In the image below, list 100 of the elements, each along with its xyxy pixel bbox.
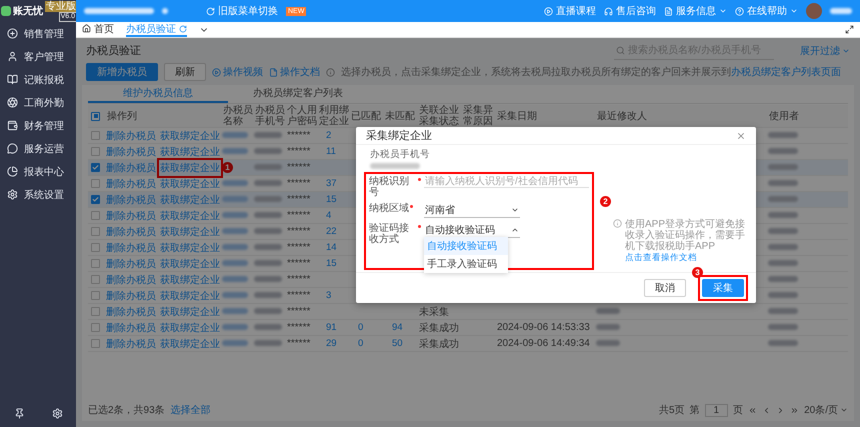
- redacted-text: [222, 340, 248, 346]
- row-checkbox[interactable]: [91, 227, 100, 236]
- row-checkbox[interactable]: [91, 307, 100, 316]
- redacted-text: [768, 324, 798, 330]
- row-checkbox[interactable]: [91, 131, 100, 140]
- delete-link[interactable]: 删除办税员: [106, 272, 156, 286]
- fetch-link[interactable]: 获取绑定企业: [160, 272, 220, 286]
- fetch-link[interactable]: 获取绑定企业: [160, 176, 220, 190]
- toolbar-button[interactable]: 刷新: [164, 63, 206, 81]
- step-badge: 3: [692, 267, 703, 278]
- delete-link[interactable]: 删除办税员: [106, 208, 156, 222]
- fetch-link[interactable]: 获取绑定企业: [160, 304, 220, 318]
- delete-link[interactable]: 删除办税员: [106, 256, 156, 270]
- menu-switch-link[interactable]: 旧版菜单切换: [206, 4, 278, 18]
- select-all-link[interactable]: 选择全部: [170, 403, 211, 417]
- settings-icon[interactable]: [52, 408, 62, 419]
- fetch-link[interactable]: 获取绑定企业: [160, 144, 220, 158]
- page-size-select[interactable]: 20条/页: [804, 403, 848, 417]
- fetch-link[interactable]: 获取绑定企业: [160, 240, 220, 254]
- top-link[interactable]: 在线帮助: [735, 4, 798, 18]
- delete-link[interactable]: 删除办税员: [106, 320, 156, 334]
- row-checkbox[interactable]: [91, 323, 100, 332]
- avatar[interactable]: [806, 3, 822, 19]
- sidebar-item[interactable]: 财务管理: [0, 114, 76, 137]
- filter-toggle[interactable]: 展开过滤: [800, 44, 850, 58]
- row-checkbox[interactable]: [91, 275, 100, 284]
- delete-link[interactable]: 删除办税员: [106, 144, 156, 158]
- sidebar-item[interactable]: 系统设置: [0, 183, 76, 206]
- select-all-checkbox[interactable]: [91, 112, 100, 120]
- delete-link[interactable]: 删除办税员: [106, 240, 156, 254]
- dropdown-option[interactable]: 自动接收验证码: [424, 237, 508, 255]
- top-link[interactable]: 服务信息: [664, 4, 727, 18]
- first-page-icon[interactable]: [748, 406, 758, 414]
- sidebar-item[interactable]: 报表中心: [0, 160, 76, 183]
- menu-icon: [7, 97, 18, 108]
- delete-link[interactable]: 删除办税员: [106, 304, 156, 318]
- fetch-link[interactable]: 获取绑定企业: [160, 288, 220, 302]
- dialog-button[interactable]: 取消: [644, 279, 686, 297]
- sidebar-item[interactable]: 工商外勤: [0, 91, 76, 114]
- row-checkbox[interactable]: [91, 147, 100, 156]
- top-link[interactable]: 直播课程: [544, 4, 596, 18]
- fetch-link[interactable]: 获取绑定企业: [160, 320, 220, 334]
- close-icon[interactable]: [736, 130, 746, 140]
- fetch-link[interactable]: 获取绑定企业: [160, 192, 220, 206]
- table-cell-text: 0: [357, 338, 364, 349]
- fetch-link[interactable]: 获取绑定企业: [160, 160, 220, 174]
- sidebar-item[interactable]: 客户管理: [0, 45, 76, 68]
- search-icon: [616, 46, 625, 54]
- row-checkbox[interactable]: [91, 243, 100, 252]
- row-checkbox[interactable]: [91, 211, 100, 220]
- row-checkbox[interactable]: [91, 163, 100, 172]
- redacted-text: [84, 8, 154, 14]
- row-checkbox[interactable]: [91, 259, 100, 268]
- column-header: 个人用户密码: [286, 105, 318, 127]
- sub-tab[interactable]: 维护办税员信息: [88, 85, 228, 103]
- toolbar-button[interactable]: 新增办税员: [86, 63, 158, 81]
- delete-link[interactable]: 删除办税员: [106, 176, 156, 190]
- page-input[interactable]: 1: [704, 404, 728, 416]
- row-checkbox[interactable]: [91, 291, 100, 300]
- delete-link[interactable]: 删除办税员: [106, 192, 156, 206]
- select-field[interactable]: 河南省: [424, 203, 520, 218]
- help-link[interactable]: 操作视频: [212, 65, 263, 79]
- delete-link[interactable]: 删除办税员: [106, 160, 156, 174]
- top-link[interactable]: 售后咨询: [604, 4, 656, 18]
- row-checkbox[interactable]: [91, 179, 100, 188]
- fetch-link[interactable]: 获取绑定企业: [160, 224, 220, 238]
- fetch-link[interactable]: 获取绑定企业: [160, 128, 220, 142]
- dialog-button[interactable]: 采集: [702, 279, 744, 297]
- delete-link[interactable]: 删除办税员: [106, 288, 156, 302]
- step-badge: 2: [600, 196, 611, 207]
- delete-link[interactable]: 删除办税员: [106, 336, 156, 350]
- delete-link[interactable]: 删除办税员: [106, 224, 156, 238]
- pin-icon[interactable]: [14, 408, 24, 419]
- sidebar-item[interactable]: 销售管理: [0, 22, 76, 45]
- fetch-link[interactable]: 获取绑定企业: [160, 208, 220, 222]
- doc-link[interactable]: 点击查看操作文档: [625, 252, 749, 264]
- redacted-text: [222, 308, 248, 314]
- last-page-icon[interactable]: [790, 406, 800, 414]
- fetch-link[interactable]: 获取绑定企业: [160, 256, 220, 270]
- redacted-text: [222, 196, 248, 202]
- logo-icon: [1, 6, 11, 16]
- row-checkbox[interactable]: [91, 339, 100, 348]
- redacted-text: [254, 340, 282, 346]
- page-tab[interactable]: 首页: [82, 22, 114, 37]
- chevron-up-icon: [511, 226, 519, 234]
- fullscreen-icon[interactable]: [845, 25, 854, 34]
- sidebar-item[interactable]: 记账报税: [0, 68, 76, 91]
- sub-tab[interactable]: 办税员绑定客户列表: [228, 85, 368, 103]
- sidebar-item[interactable]: 服务运营: [0, 137, 76, 160]
- row-checkbox[interactable]: [91, 195, 100, 204]
- input-field[interactable]: 请输入纳税人识别号/社会信用代码: [424, 176, 589, 188]
- menu-icon: [7, 120, 18, 131]
- delete-link[interactable]: 删除办税员: [106, 128, 156, 142]
- fetch-link[interactable]: 获取绑定企业: [160, 336, 220, 350]
- dropdown-option[interactable]: 手工录入验证码: [424, 255, 508, 273]
- redacted-text: [254, 260, 282, 266]
- hint-link[interactable]: 办税员绑定客户列表页面: [731, 65, 841, 79]
- redacted-text: [162, 8, 168, 14]
- column-header: 采集异常原因: [462, 105, 494, 127]
- help-link[interactable]: 操作文档: [269, 65, 320, 79]
